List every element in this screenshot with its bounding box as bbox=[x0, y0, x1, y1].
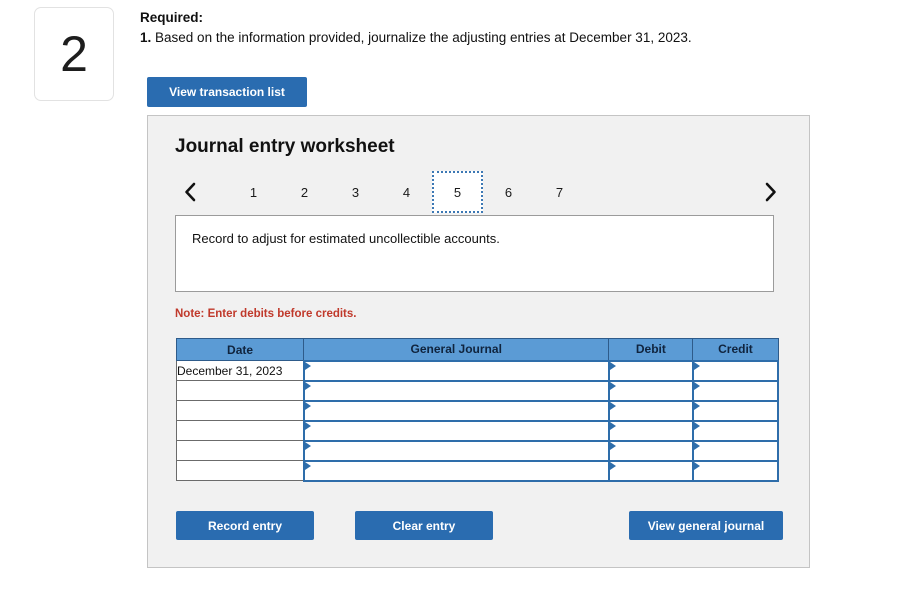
question-number-text: 2 bbox=[60, 26, 88, 82]
table-row: December 31, 2023 bbox=[175, 359, 780, 382]
debit-cell[interactable] bbox=[607, 359, 694, 382]
debit-cell[interactable] bbox=[607, 419, 694, 442]
table-row bbox=[175, 399, 780, 422]
worksheet-tab-1[interactable]: 1 bbox=[228, 171, 279, 213]
journal-entry-table: Date General Journal Debit Credit Decemb… bbox=[175, 338, 780, 482]
credit-cell[interactable] bbox=[691, 379, 780, 402]
credit-cell[interactable] bbox=[691, 459, 780, 482]
worksheet-tab-7[interactable]: 7 bbox=[534, 171, 585, 213]
worksheet-tabstrip: 1 2 3 4 5 6 7 bbox=[173, 171, 785, 213]
credit-cell[interactable] bbox=[691, 419, 780, 442]
column-header-debit: Debit bbox=[608, 338, 694, 361]
entry-description-text: Record to adjust for estimated uncollect… bbox=[192, 231, 500, 246]
required-item-number: 1. bbox=[140, 30, 152, 46]
worksheet-tab-5[interactable]: 5 bbox=[432, 171, 483, 213]
required-section: Required: 1. Based on the information pr… bbox=[140, 9, 880, 47]
worksheet-tab-4[interactable]: 4 bbox=[381, 171, 432, 213]
question-number-badge: 2 bbox=[34, 7, 114, 101]
worksheet-tabs: 1 2 3 4 5 6 7 bbox=[228, 171, 585, 213]
worksheet-tab-2[interactable]: 2 bbox=[279, 171, 330, 213]
view-transaction-list-button[interactable]: View transaction list bbox=[147, 77, 307, 107]
date-cell[interactable] bbox=[175, 420, 305, 441]
view-general-journal-button[interactable]: View general journal bbox=[629, 511, 783, 540]
general-journal-cell[interactable] bbox=[302, 399, 610, 422]
table-row bbox=[175, 379, 780, 402]
debit-cell[interactable] bbox=[607, 459, 694, 482]
date-cell[interactable] bbox=[175, 380, 305, 401]
worksheet-title: Journal entry worksheet bbox=[175, 136, 395, 157]
credit-cell[interactable] bbox=[691, 399, 780, 422]
worksheet-tab-3[interactable]: 3 bbox=[330, 171, 381, 213]
column-header-general-journal: General Journal bbox=[303, 338, 610, 361]
credit-cell[interactable] bbox=[691, 359, 780, 382]
record-entry-button[interactable]: Record entry bbox=[176, 511, 314, 540]
date-cell[interactable] bbox=[175, 440, 305, 461]
required-item-text: Based on the information provided, journ… bbox=[155, 30, 692, 46]
date-cell[interactable] bbox=[175, 460, 305, 481]
credit-cell[interactable] bbox=[691, 439, 780, 462]
required-item: 1. Based on the information provided, jo… bbox=[140, 29, 880, 47]
general-journal-cell[interactable] bbox=[302, 359, 610, 382]
debit-cell[interactable] bbox=[607, 379, 694, 402]
general-journal-cell[interactable] bbox=[302, 379, 610, 402]
general-journal-cell[interactable] bbox=[302, 419, 610, 442]
table-row bbox=[175, 439, 780, 462]
table-header-row: Date General Journal Debit Credit bbox=[175, 338, 779, 361]
date-cell[interactable] bbox=[175, 400, 305, 421]
date-cell[interactable]: December 31, 2023 bbox=[175, 360, 305, 381]
chevron-left-icon[interactable] bbox=[175, 171, 205, 213]
general-journal-cell[interactable] bbox=[302, 439, 610, 462]
table-row bbox=[175, 459, 780, 482]
debit-cell[interactable] bbox=[607, 399, 694, 422]
column-header-date: Date bbox=[175, 338, 305, 361]
clear-entry-button[interactable]: Clear entry bbox=[355, 511, 493, 540]
chevron-right-icon[interactable] bbox=[755, 171, 785, 213]
general-journal-cell[interactable] bbox=[302, 459, 610, 482]
table-row bbox=[175, 419, 780, 442]
required-label: Required: bbox=[140, 10, 204, 25]
journal-entry-worksheet-panel: Journal entry worksheet 1 2 3 4 5 6 7 Re… bbox=[147, 115, 810, 568]
column-header-credit: Credit bbox=[692, 338, 779, 361]
entry-description-box: Record to adjust for estimated uncollect… bbox=[175, 215, 774, 292]
debits-before-credits-note: Note: Enter debits before credits. bbox=[175, 308, 357, 320]
debit-cell[interactable] bbox=[607, 439, 694, 462]
worksheet-tab-6[interactable]: 6 bbox=[483, 171, 534, 213]
